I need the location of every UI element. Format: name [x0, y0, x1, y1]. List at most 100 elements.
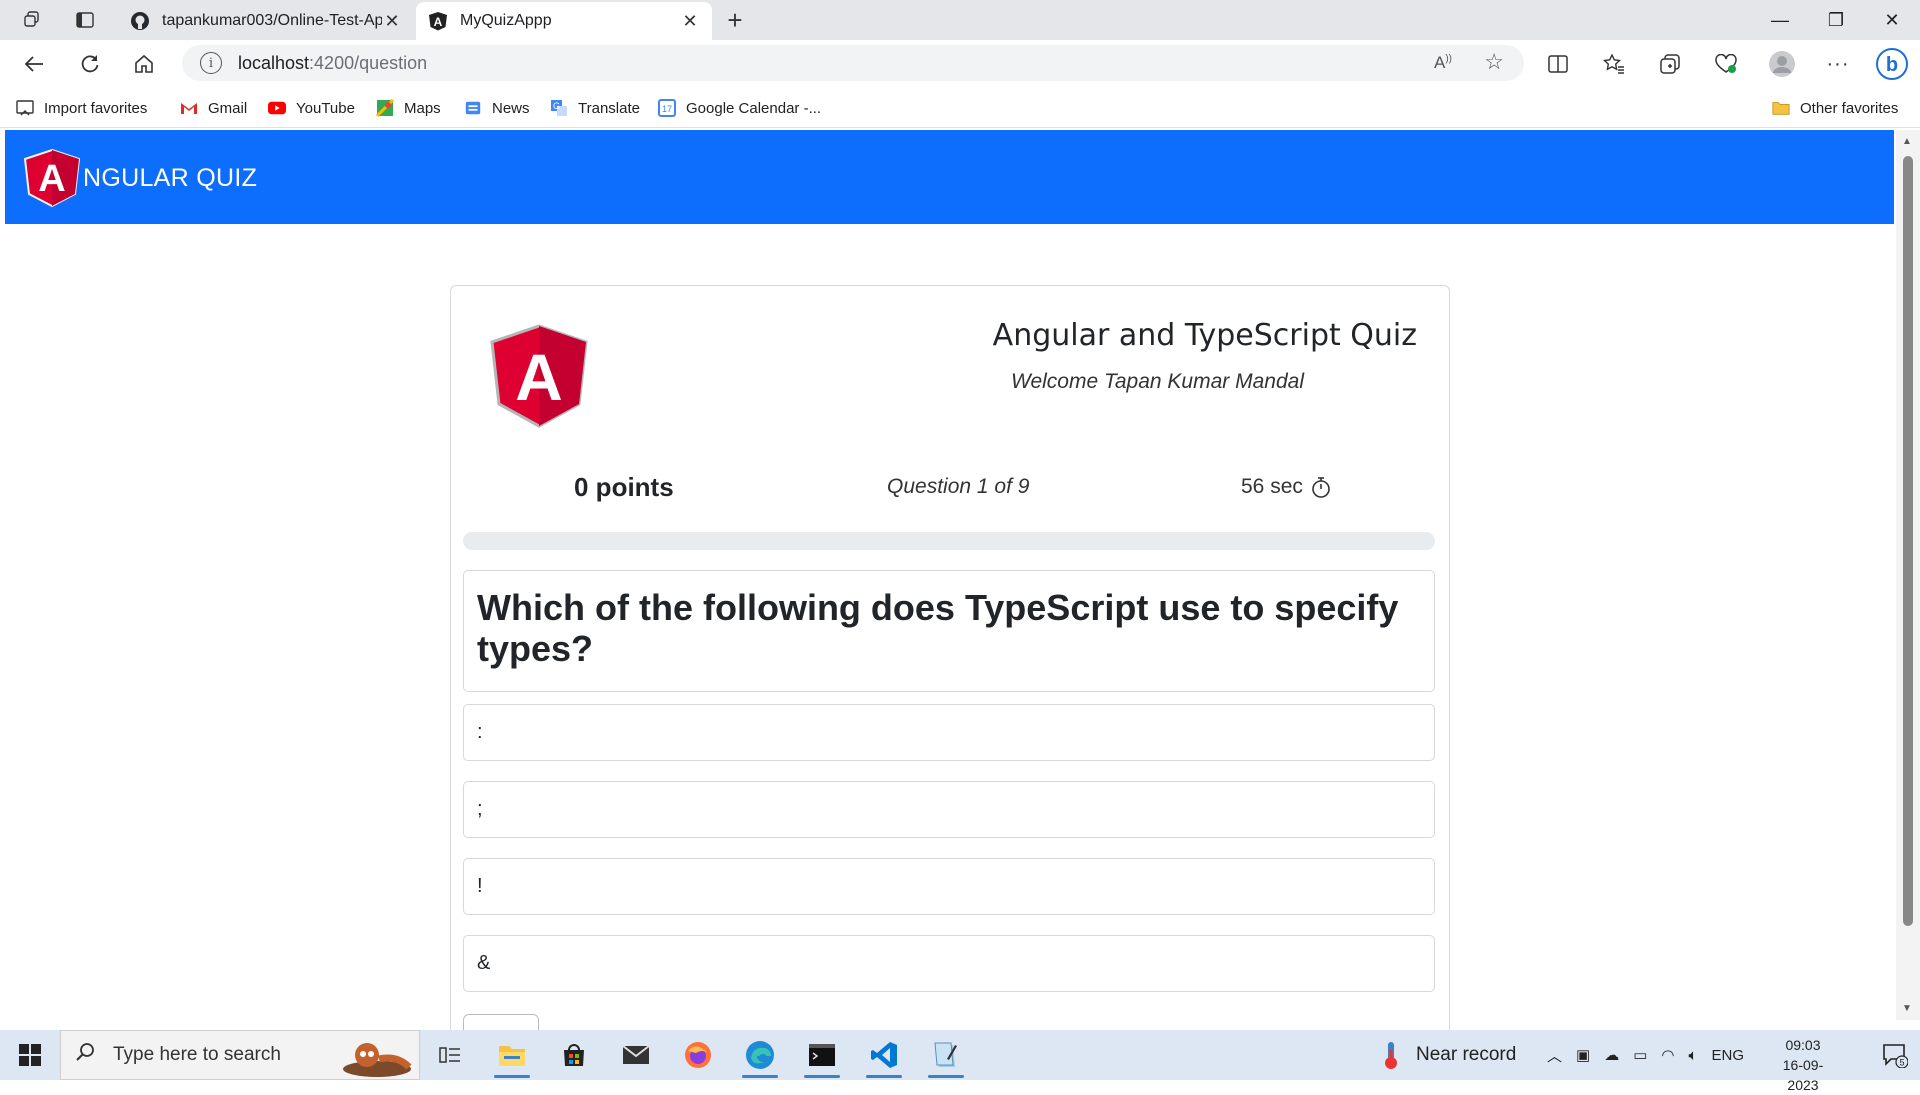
terminal-icon[interactable]: [794, 1030, 850, 1080]
option-1[interactable]: :: [463, 704, 1435, 761]
other-favorites[interactable]: Other favorites: [1772, 96, 1898, 120]
minimize-icon[interactable]: —: [1752, 0, 1808, 40]
option-2[interactable]: ;: [463, 781, 1435, 838]
search-icon: [75, 1042, 99, 1068]
timer-text: 56 sec: [1241, 475, 1303, 498]
tab-actions-icon[interactable]: [68, 8, 102, 32]
favorite-label: News: [492, 99, 530, 117]
volume-icon[interactable]: 🔈︎: [1688, 1047, 1697, 1064]
brand-link[interactable]: A NGULAR QUIZ: [23, 148, 257, 208]
meet-now-icon[interactable]: ▣: [1576, 1046, 1590, 1064]
favorite-label: Other favorites: [1800, 99, 1899, 117]
home-icon[interactable]: [126, 46, 162, 82]
back-icon[interactable]: [16, 46, 52, 82]
wifi-icon[interactable]: ◠: [1661, 1046, 1674, 1064]
calendar-icon: 17: [658, 99, 676, 117]
profile-avatar[interactable]: [1764, 46, 1800, 82]
favorite-label: Google Calendar -...: [686, 99, 822, 117]
points-display: 0 points: [574, 472, 674, 502]
favorite-news[interactable]: News: [464, 96, 530, 120]
favorites-bar: Import favorites Gmail YouTube Maps News…: [0, 88, 1920, 128]
close-window-icon[interactable]: ✕: [1864, 0, 1920, 40]
favorite-google-calendar[interactable]: 17 Google Calendar -...: [658, 96, 821, 120]
question-text: Which of the following does TypeScript u…: [477, 587, 1399, 669]
more-options-icon[interactable]: ···: [1820, 46, 1856, 82]
windows-start-icon[interactable]: [0, 1030, 60, 1080]
youtube-icon: [268, 99, 286, 117]
workspaces-icon[interactable]: [16, 8, 50, 32]
favorites-icon[interactable]: [1596, 46, 1632, 82]
system-tray: ︿ ▣ ☁ ▭ ◠ 🔈︎ ENG: [1540, 1030, 1751, 1080]
url-text: localhost:4200/question: [238, 52, 428, 73]
favorite-youtube[interactable]: YouTube: [268, 96, 355, 120]
taskbar: Type here to search Near record ︿ ▣ ☁ ▭ …: [0, 1030, 1920, 1093]
favorite-maps[interactable]: Maps: [376, 96, 441, 120]
weather-widget[interactable]: Near record: [1380, 1030, 1516, 1080]
tab-title: MyQuizAppp: [460, 12, 552, 29]
address-bar[interactable]: i localhost:4200/question A)) ☆: [182, 45, 1524, 81]
folder-icon: [1772, 99, 1790, 117]
site-info-icon[interactable]: i: [200, 52, 222, 74]
svg-text:b: b: [1886, 54, 1898, 76]
timer-display: 56 sec: [1241, 475, 1333, 499]
refresh-icon[interactable]: [72, 46, 108, 82]
copilot-icon[interactable]: b: [1874, 46, 1910, 82]
firefox-icon[interactable]: [670, 1030, 726, 1080]
notification-center-icon[interactable]: 5: [1870, 1030, 1920, 1080]
favorite-label: Translate: [578, 99, 640, 117]
favorite-label: YouTube: [296, 99, 355, 117]
tab-myquizapp[interactable]: A MyQuizAppp ✕: [416, 2, 712, 40]
notepad-icon[interactable]: [918, 1030, 974, 1080]
svg-text:A: A: [38, 158, 65, 200]
favorite-star-icon[interactable]: ☆: [1484, 49, 1504, 75]
angular-logo-icon: A: [490, 324, 588, 428]
option-3[interactable]: !: [463, 858, 1435, 915]
favorite-translate[interactable]: G Translate: [550, 96, 640, 120]
read-aloud-icon[interactable]: A)): [1434, 53, 1452, 73]
microsoft-store-icon[interactable]: [546, 1030, 602, 1080]
favorite-gmail[interactable]: Gmail: [180, 96, 247, 120]
github-icon: [130, 11, 150, 31]
file-explorer-icon[interactable]: [484, 1030, 540, 1080]
svg-text:17: 17: [662, 104, 672, 114]
svg-text:5: 5: [1899, 1058, 1904, 1068]
collections-icon[interactable]: [1652, 46, 1688, 82]
split-screen-icon[interactable]: [1540, 46, 1576, 82]
favorite-import[interactable]: Import favorites: [16, 96, 147, 120]
clock-date: 16-09-2023: [1782, 1057, 1824, 1093]
angular-logo-icon: A: [23, 148, 81, 208]
favorite-label: Maps: [404, 99, 441, 117]
scroll-up-icon[interactable]: ▲: [1902, 136, 1912, 147]
browser-essentials-icon[interactable]: [1708, 46, 1744, 82]
scroll-thumb[interactable]: [1903, 156, 1913, 926]
window-controls: — ❐ ✕: [1752, 0, 1920, 40]
news-icon: [464, 99, 482, 117]
import-icon: [16, 99, 34, 117]
close-tab-icon[interactable]: ✕: [382, 11, 402, 32]
show-hidden-icons-icon[interactable]: ︿: [1547, 1045, 1562, 1066]
option-4[interactable]: &: [463, 935, 1435, 992]
language-indicator[interactable]: ENG: [1712, 1047, 1745, 1064]
mail-icon[interactable]: [608, 1030, 664, 1080]
quiz-title: Angular and TypeScript Quiz: [992, 318, 1417, 353]
edge-icon[interactable]: [732, 1030, 788, 1080]
page-scrollbar[interactable]: ▲ ▼: [1896, 130, 1920, 1020]
vscode-icon[interactable]: [856, 1030, 912, 1080]
taskbar-search[interactable]: Type here to search: [60, 1030, 420, 1080]
battery-icon[interactable]: ▭: [1633, 1046, 1647, 1064]
question-box: Which of the following does TypeScript u…: [463, 570, 1435, 692]
task-view-icon[interactable]: [422, 1030, 478, 1080]
onedrive-icon[interactable]: ☁: [1604, 1046, 1619, 1064]
close-tab-icon[interactable]: ✕: [680, 11, 700, 32]
weather-text: Near record: [1416, 1044, 1517, 1065]
quiz-card: A Angular and TypeScript Quiz Welcome Ta…: [450, 285, 1450, 1045]
scroll-down-icon[interactable]: ▼: [1902, 1003, 1912, 1014]
favorite-label: Gmail: [208, 99, 248, 117]
clock[interactable]: 09:03 16-09-2023: [1768, 1035, 1838, 1095]
restore-icon[interactable]: ❐: [1808, 0, 1864, 40]
tab-github[interactable]: tapankumar003/Online-Test-App ✕: [118, 2, 414, 40]
translate-icon: G: [550, 99, 568, 117]
svg-text:G: G: [553, 101, 560, 111]
new-tab-icon[interactable]: +: [720, 5, 750, 35]
favorite-label: Import favorites: [44, 99, 148, 117]
